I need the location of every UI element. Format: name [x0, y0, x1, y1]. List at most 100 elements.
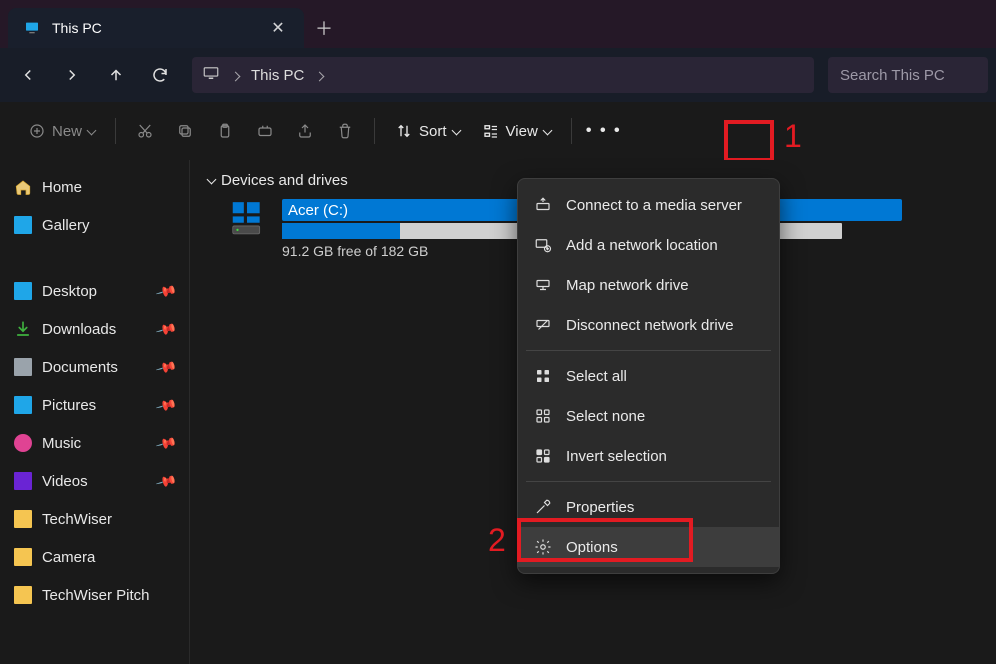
sidebar-item-techwiser[interactable]: TechWiser: [6, 500, 183, 538]
new-button[interactable]: New: [20, 113, 103, 149]
rename-button[interactable]: [248, 113, 282, 149]
sidebar-item-videos[interactable]: Videos 📌: [6, 462, 183, 500]
sidebar-item-gallery[interactable]: Gallery: [6, 206, 183, 244]
menu-item-select-none[interactable]: Select none: [518, 396, 779, 436]
sidebar-gap: [6, 244, 183, 272]
sidebar-item-label: Documents: [42, 359, 118, 376]
music-icon: [14, 434, 32, 452]
map-drive-icon: [534, 276, 552, 294]
menu-separator: [526, 481, 771, 482]
pin-icon: 📌: [154, 393, 178, 416]
menu-item-map-network-drive[interactable]: Map network drive: [518, 265, 779, 305]
view-button[interactable]: View: [474, 113, 559, 149]
search-input[interactable]: Search This PC: [828, 57, 988, 93]
section-header-label: Devices and drives: [221, 172, 348, 189]
gallery-icon: [14, 216, 32, 234]
sidebar-item-label: TechWiser: [42, 511, 112, 528]
main: Home Gallery Desktop 📌 Downloads 📌 Docum…: [0, 160, 996, 664]
sidebar-item-techwiser-pitch[interactable]: TechWiser Pitch: [6, 576, 183, 614]
tab-close-button[interactable]: ✕: [264, 14, 292, 42]
sidebar-item-camera[interactable]: Camera: [6, 538, 183, 576]
desktop-icon: [14, 282, 32, 300]
pin-icon: 📌: [154, 355, 178, 378]
new-tab-button[interactable]: ＋: [304, 8, 344, 48]
sidebar: Home Gallery Desktop 📌 Downloads 📌 Docum…: [0, 160, 190, 664]
menu-item-label: Add a network location: [566, 237, 718, 254]
this-pc-icon: [202, 64, 220, 86]
menu-item-select-all[interactable]: Select all: [518, 356, 779, 396]
pin-icon: 📌: [154, 431, 178, 454]
folder-icon: [14, 510, 32, 528]
sidebar-item-label: Desktop: [42, 283, 97, 300]
menu-item-connect-media-server[interactable]: Connect to a media server: [518, 185, 779, 225]
properties-icon: [534, 498, 552, 516]
back-button[interactable]: [8, 55, 48, 95]
breadcrumb-location[interactable]: This PC: [251, 67, 304, 84]
menu-item-label: Select all: [566, 368, 627, 385]
menu-item-label: Select none: [566, 408, 645, 425]
menu-item-options[interactable]: Options: [518, 527, 779, 567]
folder-icon: [14, 586, 32, 604]
share-button[interactable]: [288, 113, 322, 149]
paste-button[interactable]: [208, 113, 242, 149]
sidebar-item-desktop[interactable]: Desktop 📌: [6, 272, 183, 310]
breadcrumb[interactable]: This PC: [192, 57, 814, 93]
sidebar-item-documents[interactable]: Documents 📌: [6, 348, 183, 386]
drive-icon: [228, 199, 266, 237]
select-all-icon: [534, 367, 552, 385]
cut-button[interactable]: [128, 113, 162, 149]
sidebar-item-label: Gallery: [42, 217, 90, 234]
menu-item-label: Disconnect network drive: [566, 317, 734, 334]
separator: [115, 118, 116, 144]
drive-usage-fill: [282, 223, 400, 239]
copy-button[interactable]: [168, 113, 202, 149]
disconnect-drive-icon: [534, 316, 552, 334]
select-none-icon: [534, 407, 552, 425]
sidebar-item-music[interactable]: Music 📌: [6, 424, 183, 462]
sidebar-item-label: Home: [42, 179, 82, 196]
more-menu: Connect to a media server Add a network …: [517, 178, 780, 574]
delete-button[interactable]: [328, 113, 362, 149]
chevron-down-icon: [88, 126, 95, 137]
more-button[interactable]: • • •: [584, 113, 624, 149]
address-bar: This PC Search This PC: [0, 48, 996, 102]
sidebar-item-label: TechWiser Pitch: [42, 587, 150, 604]
sort-button[interactable]: Sort: [387, 113, 468, 149]
gear-icon: [534, 538, 552, 556]
menu-item-label: Connect to a media server: [566, 197, 742, 214]
menu-item-disconnect-network-drive[interactable]: Disconnect network drive: [518, 305, 779, 345]
tab-this-pc[interactable]: This PC ✕: [8, 8, 304, 48]
separator: [374, 118, 375, 144]
chevron-down-icon: [453, 126, 460, 137]
media-server-icon: [534, 196, 552, 214]
new-label: New: [52, 123, 82, 140]
sidebar-item-pictures[interactable]: Pictures 📌: [6, 386, 183, 424]
annotation-box-1: [724, 120, 774, 162]
menu-item-label: Invert selection: [566, 448, 667, 465]
sidebar-item-home[interactable]: Home: [6, 168, 183, 206]
pictures-icon: [14, 396, 32, 414]
menu-item-label: Properties: [566, 499, 634, 516]
add-network-icon: [534, 236, 552, 254]
sidebar-item-label: Music: [42, 435, 81, 452]
up-button[interactable]: [96, 55, 136, 95]
view-label: View: [506, 123, 538, 140]
sidebar-item-label: Downloads: [42, 321, 116, 338]
sort-label: Sort: [419, 123, 447, 140]
menu-item-properties[interactable]: Properties: [518, 487, 779, 527]
sidebar-item-downloads[interactable]: Downloads 📌: [6, 310, 183, 348]
menu-separator: [526, 350, 771, 351]
sidebar-item-label: Videos: [42, 473, 88, 490]
chevron-right-icon: [316, 67, 323, 84]
menu-item-invert-selection[interactable]: Invert selection: [518, 436, 779, 476]
documents-icon: [14, 358, 32, 376]
downloads-icon: [14, 320, 32, 338]
sidebar-item-label: Pictures: [42, 397, 96, 414]
forward-button[interactable]: [52, 55, 92, 95]
refresh-button[interactable]: [140, 55, 180, 95]
menu-item-add-network-location[interactable]: Add a network location: [518, 225, 779, 265]
menu-item-label: Options: [566, 539, 618, 556]
pin-icon: 📌: [154, 317, 178, 340]
sidebar-item-label: Camera: [42, 549, 95, 566]
toolbar: New Sort View • • •: [0, 102, 996, 160]
